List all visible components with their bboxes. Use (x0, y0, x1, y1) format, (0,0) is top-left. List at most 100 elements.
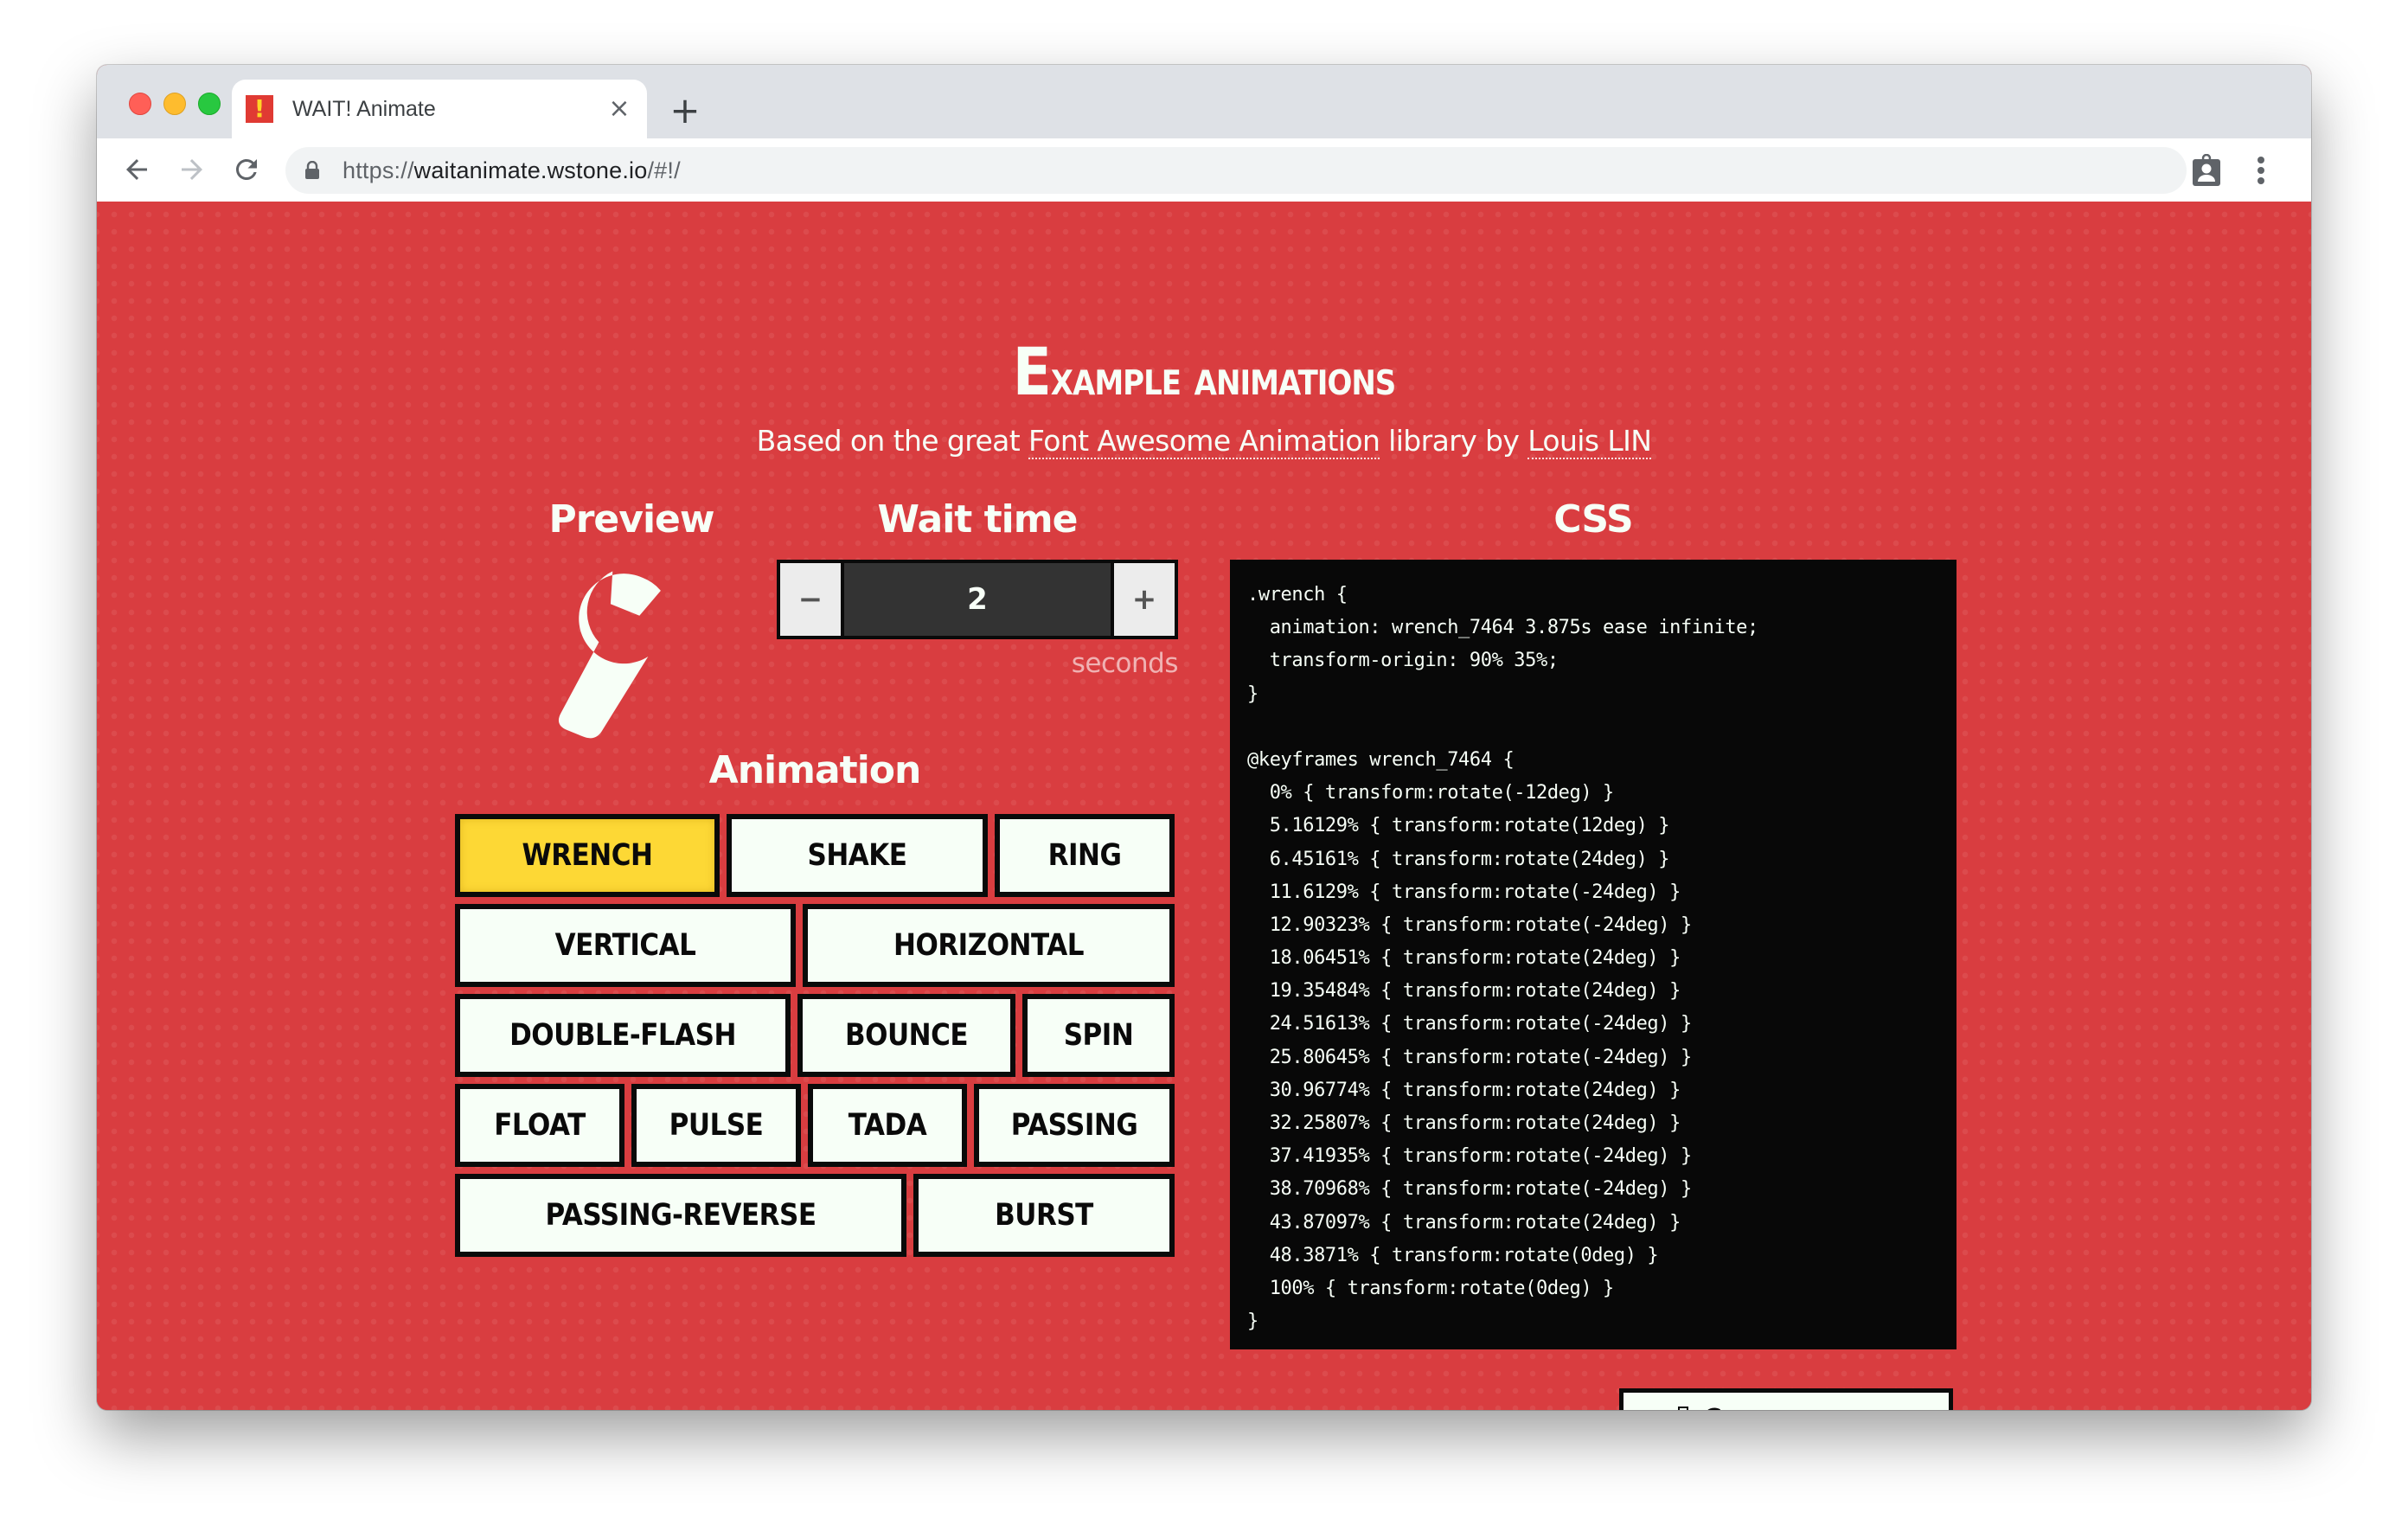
louis-lin-link[interactable]: Louis LIN (1527, 424, 1652, 459)
animation-button-float[interactable]: float (455, 1084, 624, 1167)
reload-icon[interactable] (231, 154, 262, 185)
animation-button-label: spin (1063, 1017, 1134, 1054)
code-line: 18.06451% { transform:rotate(24deg) } (1247, 947, 1681, 970)
code-line: 30.96774% { transform:rotate(24deg) } (1247, 1079, 1681, 1101)
animation-button-double-flash[interactable]: double-flash (455, 994, 791, 1077)
animation-button-bounce[interactable]: bounce (797, 994, 1015, 1077)
animation-button-grid: wrench shake ring vertical horizontal do… (455, 814, 1175, 1264)
window-maximize-button[interactable] (198, 93, 221, 115)
copy-to-clipboard-button[interactable]: Copy to clipboard (1619, 1388, 1953, 1410)
code-line: 6.45161% { transform:rotate(24deg) } (1247, 848, 1670, 870)
animation-button-wrench[interactable]: wrench (455, 814, 720, 897)
animation-button-horizontal[interactable]: horizontal (803, 904, 1175, 987)
window-close-button[interactable] (129, 93, 151, 115)
animation-button-label: shake (807, 837, 907, 874)
code-line: 32.25807% { transform:rotate(24deg) } (1247, 1112, 1681, 1134)
animation-row: double-flash bounce spin (455, 994, 1175, 1077)
animation-button-label: bounce (844, 1017, 969, 1054)
seconds-unit-label: seconds (1071, 648, 1179, 679)
animation-button-tada[interactable]: tada (808, 1084, 967, 1167)
animation-button-label: tada (848, 1107, 927, 1144)
address-bar[interactable]: https://waitanimate.wstone.io/#!/ (285, 147, 2187, 194)
profile-badge-icon[interactable] (2192, 154, 2221, 187)
code-line: animation: wrench_7464 3.875s ease infin… (1247, 617, 1759, 639)
page-title-initial: E (1012, 333, 1052, 411)
browser-window: ! WAIT! Animate × + https://waitanimate.… (97, 65, 2311, 1410)
copy-label-initial: C (1703, 1403, 1722, 1410)
animation-row: float pulse tada passing (455, 1084, 1175, 1167)
code-line: 0% { transform:rotate(-12deg) } (1247, 782, 1615, 804)
animation-heading: Animation (708, 748, 922, 792)
animation-button-label: pulse (669, 1107, 764, 1144)
animation-button-passing-reverse[interactable]: passing-reverse (455, 1174, 906, 1257)
animation-button-ring[interactable]: ring (995, 814, 1175, 897)
subtitle-middle: library by (1380, 424, 1528, 458)
window-minimize-button[interactable] (163, 93, 186, 115)
code-line: 5.16129% { transform:rotate(12deg) } (1247, 815, 1670, 837)
tab-close-icon[interactable]: × (607, 96, 631, 122)
animation-button-spin[interactable]: spin (1022, 994, 1175, 1077)
new-tab-button[interactable]: + (669, 93, 701, 129)
css-heading: CSS (1553, 497, 1634, 542)
code-line: } (1247, 682, 1258, 705)
tab-bar: ! WAIT! Animate × + (97, 65, 2311, 138)
css-code-block[interactable]: .wrench { animation: wrench_7464 3.875s … (1230, 560, 1956, 1349)
code-line: 24.51613% { transform:rotate(-24deg) } (1247, 1013, 1693, 1035)
code-line: 12.90323% { transform:rotate(-24deg) } (1247, 913, 1693, 936)
wait-time-input[interactable]: 2 (844, 563, 1111, 636)
tab-title: WAIT! Animate (292, 97, 436, 121)
code-line: } (1247, 1311, 1258, 1333)
animation-button-label: ring (1047, 837, 1122, 874)
url-text[interactable]: https://waitanimate.wstone.io/#!/ (343, 147, 681, 194)
wait-time-heading: Wait time (877, 497, 1079, 542)
animation-button-vertical[interactable]: vertical (455, 904, 796, 987)
code-line: 37.41935% { transform:rotate(-24deg) } (1247, 1145, 1693, 1168)
animation-button-passing[interactable]: passing (974, 1084, 1175, 1167)
animation-button-label: wrench (522, 837, 653, 874)
more-vert-icon[interactable] (2256, 156, 2266, 185)
page-content: Example animations Based on the great Fo… (97, 202, 2311, 1410)
code-line: @keyframes wrench_7464 { (1247, 748, 1515, 771)
animation-button-label: passing (1010, 1107, 1138, 1144)
browser-tab-active[interactable]: ! WAIT! Animate × (232, 80, 647, 138)
animation-button-burst[interactable]: burst (913, 1174, 1175, 1257)
animation-button-label: passing-reverse (545, 1197, 817, 1234)
url-scheme: https:// (343, 157, 414, 183)
animation-button-label: float (494, 1107, 586, 1144)
code-line: .wrench { (1247, 584, 1348, 606)
page-title-rest: xample animations (1050, 350, 1396, 407)
lock-icon[interactable] (304, 161, 320, 180)
code-line: 11.6129% { transform:rotate(-24deg) } (1247, 881, 1681, 903)
wait-time-stepper: − 2 + (777, 560, 1178, 639)
wrench-icon (558, 571, 661, 739)
decrement-button[interactable]: − (780, 563, 841, 636)
code-line: transform-origin: 90% 35%; (1247, 650, 1559, 672)
animation-button-label: vertical (554, 927, 696, 964)
animation-button-label: burst (995, 1197, 1093, 1234)
favicon-glyph: ! (253, 94, 266, 123)
code-line: 48.3871% { transform:rotate(0deg) } (1247, 1244, 1659, 1266)
browser-toolbar: https://waitanimate.wstone.io/#!/ (97, 138, 2311, 202)
animation-button-pulse[interactable]: pulse (631, 1084, 801, 1167)
url-host: waitanimate.wstone.io (413, 157, 648, 183)
animation-button-label: horizontal (893, 927, 1084, 964)
code-line: 38.70968% { transform:rotate(-24deg) } (1247, 1178, 1693, 1201)
forward-arrow-icon[interactable] (176, 154, 208, 185)
subtitle-prefix: Based on the great (756, 424, 1029, 458)
favicon-icon: ! (246, 95, 273, 123)
increment-button[interactable]: + (1114, 563, 1175, 636)
copy-label-rest: opy to clipboard (1721, 1406, 1896, 1410)
code-line: 43.87097% { transform:rotate(24deg) } (1247, 1211, 1681, 1234)
font-awesome-animation-link[interactable]: Font Awesome Animation (1028, 424, 1380, 459)
animation-row: passing-reverse burst (455, 1174, 1175, 1257)
back-arrow-icon[interactable] (121, 154, 152, 185)
animation-row: vertical horizontal (455, 904, 1175, 987)
animation-button-shake[interactable]: shake (727, 814, 988, 897)
clipboard-copy-icon (1677, 1407, 1688, 1410)
animation-row: wrench shake ring (455, 814, 1175, 897)
copy-button-label: Copy to clipboard (1703, 1403, 1896, 1410)
code-line: 19.35484% { transform:rotate(24deg) } (1247, 980, 1681, 1003)
preview-heading: Preview (548, 497, 714, 542)
code-line: 100% { transform:rotate(0deg) } (1247, 1277, 1615, 1299)
